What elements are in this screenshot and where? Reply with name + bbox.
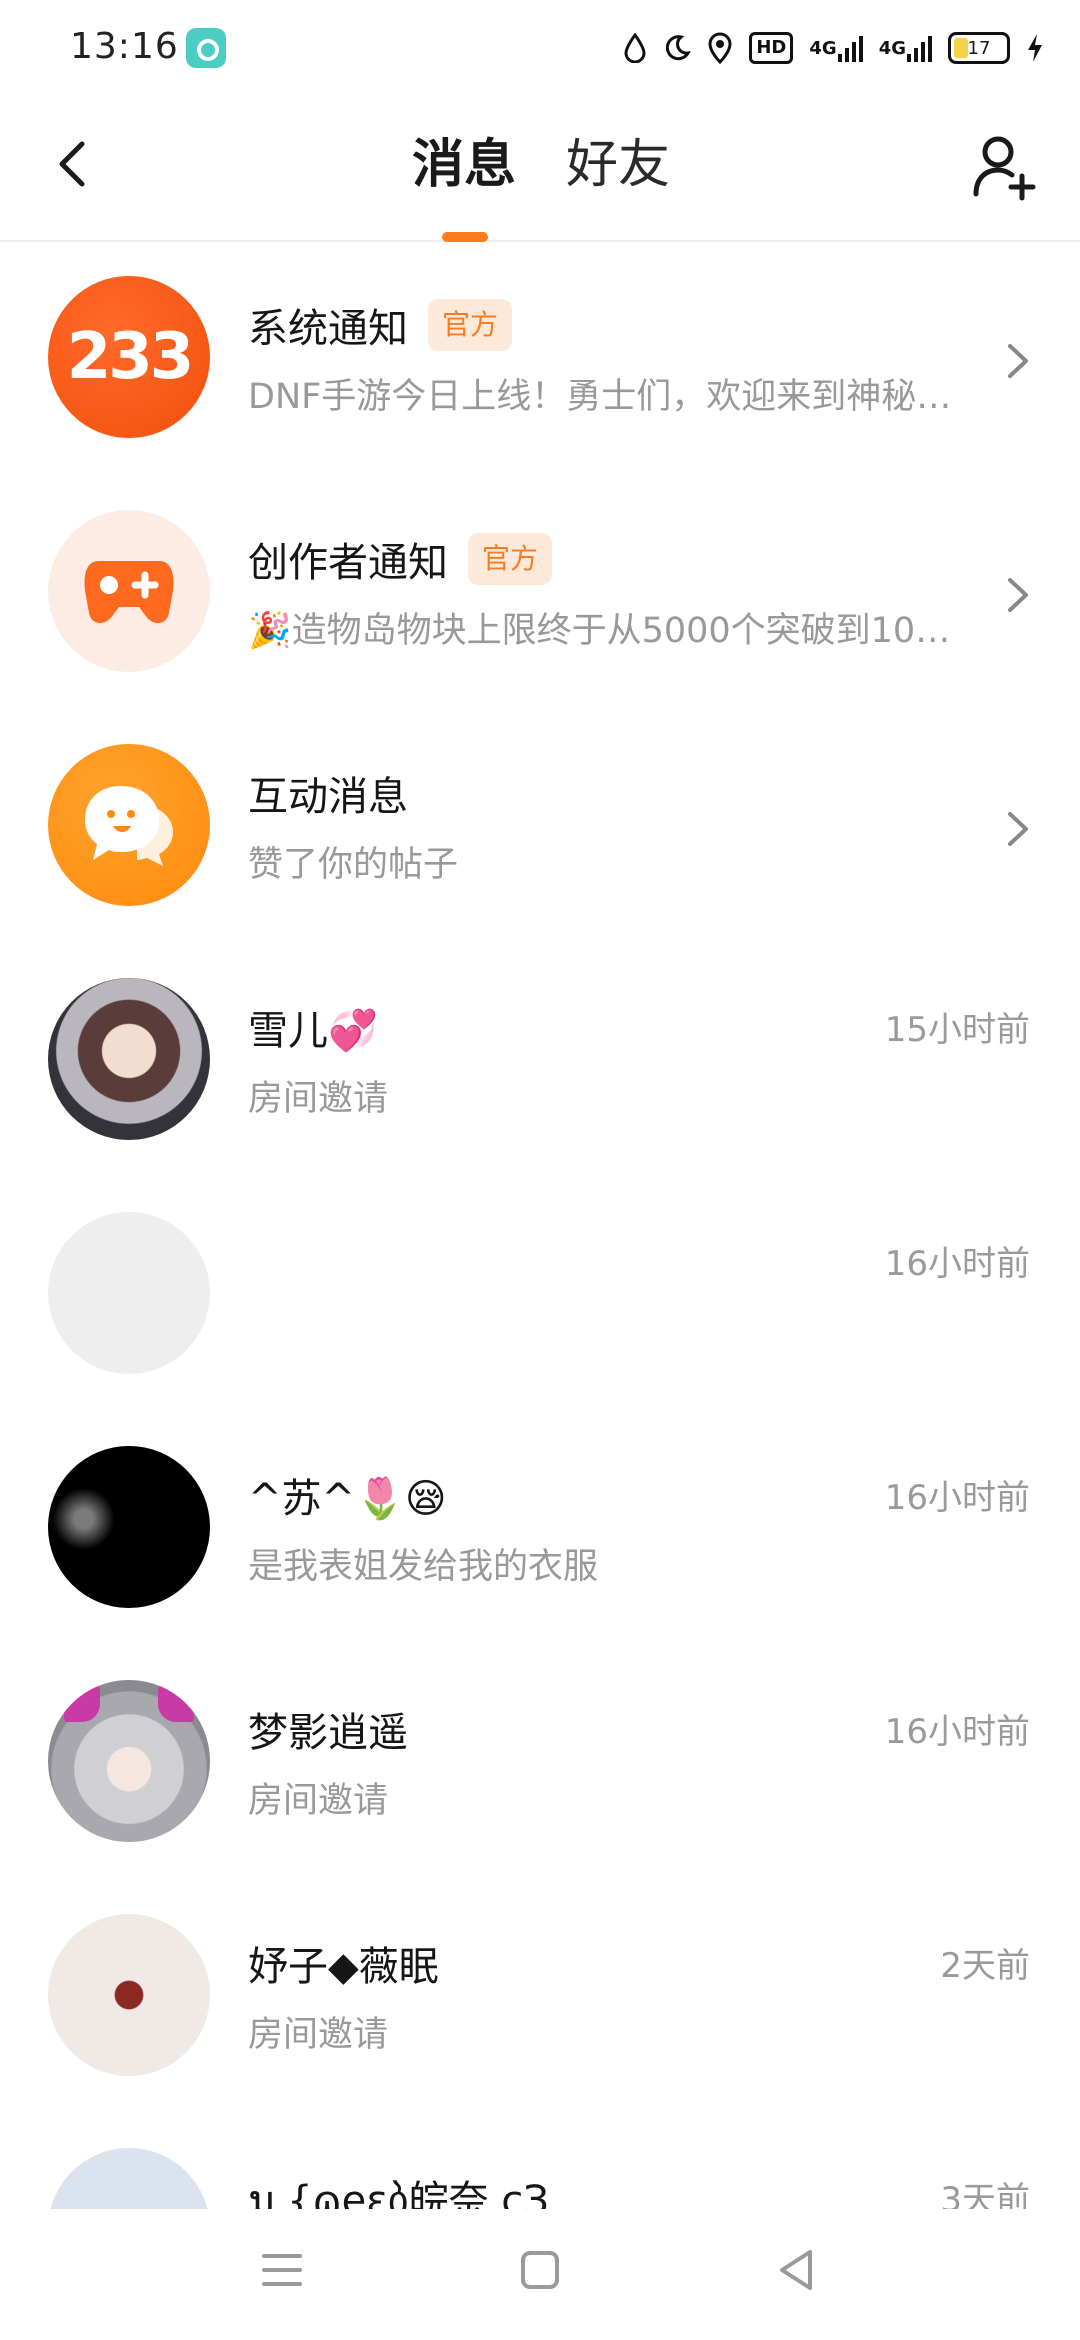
item-header: 系统通知 官方 bbox=[248, 294, 513, 356]
status-time: 13:16 bbox=[70, 26, 179, 67]
list-item-conversation[interactable]: 妤子◆薇眠 房间邀请 2天前 bbox=[0, 1882, 1080, 2116]
list-item-conversation[interactable]: ^苏^🌷😪 是我表姐发给我的衣服 16小时前 bbox=[0, 1414, 1080, 1648]
messages-screen: 13:16 HD 4G 4G 17 消息 好友 233 系统通知 官方 DNF手… bbox=[0, 0, 1080, 2340]
item-header: 雪儿💞 bbox=[248, 996, 378, 1058]
menu-icon bbox=[262, 2254, 302, 2286]
avatar bbox=[48, 1212, 210, 1374]
location-icon bbox=[707, 28, 733, 68]
signal-icon-1: 4G bbox=[809, 28, 863, 68]
status-bar: 13:16 HD 4G 4G 17 bbox=[0, 0, 1080, 96]
list-item-conversation[interactable]: 雪儿💞 房间邀请 15小时前 bbox=[0, 946, 1080, 1180]
app-notification-icon bbox=[186, 28, 226, 68]
avatar bbox=[48, 1446, 210, 1608]
back-arrow-icon bbox=[59, 141, 85, 187]
message-list: 233 系统通知 官方 DNF手游今日上线！勇士们，欢迎来到神秘… 创作者通知 … bbox=[0, 244, 1080, 2209]
status-icons: HD 4G 4G 17 bbox=[623, 26, 1044, 70]
avatar bbox=[48, 1680, 210, 1842]
tab-messages[interactable]: 消息 bbox=[412, 130, 516, 200]
item-name: ^苏^🌷😪 bbox=[248, 1476, 447, 1522]
item-preview: 赞了你的帖子 bbox=[248, 845, 459, 885]
item-time: 2天前 bbox=[940, 1946, 1030, 1986]
item-preview: 房间邀请 bbox=[248, 1781, 389, 1821]
system-back-button[interactable] bbox=[768, 2240, 828, 2300]
gamepad-icon bbox=[84, 561, 174, 624]
item-header: 梦影逍遥 bbox=[248, 1698, 408, 1760]
official-badge: 官方 bbox=[428, 299, 513, 351]
battery-icon: 17 bbox=[948, 32, 1010, 64]
signal-icon-2: 4G bbox=[879, 28, 932, 68]
charging-icon bbox=[1026, 28, 1044, 68]
item-header: 妤子◆薇眠 bbox=[248, 1932, 439, 1994]
item-name: 创作者通知 bbox=[248, 540, 448, 586]
item-time: 3天前 bbox=[940, 2180, 1030, 2209]
item-header: ^苏^🌷😪 bbox=[248, 1464, 447, 1526]
tab-friends[interactable]: 好友 bbox=[566, 130, 670, 200]
item-header: 互动消息 bbox=[248, 762, 408, 824]
item-name: ນ.{ɷeɛბ皖奈.ϲЗ bbox=[248, 2178, 549, 2209]
item-time: 16小时前 bbox=[884, 1478, 1030, 1518]
item-time: 16小时前 bbox=[884, 1712, 1030, 1752]
list-item-conversation[interactable]: 16小时前 bbox=[0, 1180, 1080, 1414]
item-preview: DNF手游今日上线！勇士们，欢迎来到神秘… bbox=[248, 377, 952, 417]
item-time: 15小时前 bbox=[884, 1010, 1030, 1050]
home-button[interactable] bbox=[510, 2240, 570, 2300]
list-item-conversation[interactable]: 梦影逍遥 房间邀请 16小时前 bbox=[0, 1648, 1080, 1882]
hd-indicator: HD bbox=[749, 32, 794, 64]
item-name: 雪儿💞 bbox=[248, 1008, 378, 1054]
item-preview: 是我表姐发给我的衣服 bbox=[248, 1547, 599, 1587]
avatar bbox=[48, 1914, 210, 2076]
moon-icon bbox=[663, 28, 692, 68]
avatar bbox=[48, 2148, 210, 2209]
list-item-system-notice[interactable]: 233 系统通知 官方 DNF手游今日上线！勇士们，欢迎来到神秘… bbox=[0, 244, 1080, 478]
back-triangle-icon bbox=[780, 2250, 812, 2290]
back-button[interactable] bbox=[44, 134, 104, 194]
avatar: 233 bbox=[48, 276, 210, 438]
item-name: 互动消息 bbox=[248, 774, 408, 820]
official-badge: 官方 bbox=[468, 533, 553, 585]
item-name: 妤子◆薇眠 bbox=[248, 1944, 439, 1990]
chat-bubble-icon bbox=[85, 786, 173, 866]
active-tab-indicator bbox=[442, 232, 488, 242]
chevron-right-icon bbox=[998, 568, 1038, 622]
water-drop-icon bbox=[623, 28, 647, 68]
item-name: 梦影逍遥 bbox=[248, 1710, 408, 1756]
system-nav-bar bbox=[0, 2210, 1080, 2340]
chevron-right-icon bbox=[998, 802, 1038, 856]
top-nav-bar: 消息 好友 bbox=[0, 96, 1080, 242]
avatar bbox=[48, 510, 210, 672]
item-header: 创作者通知 官方 bbox=[248, 528, 553, 590]
item-name: 系统通知 bbox=[248, 306, 408, 352]
list-item-interaction[interactable]: 互动消息 赞了你的帖子 bbox=[0, 712, 1080, 946]
item-preview: 房间邀请 bbox=[248, 2015, 389, 2055]
avatar-logo-text: 233 bbox=[66, 320, 195, 394]
list-item-creator-notice[interactable]: 创作者通知 官方 🎉造物岛物块上限终于从5000个突破到100… bbox=[0, 478, 1080, 712]
menu-button[interactable] bbox=[252, 2240, 312, 2300]
item-header: ນ.{ɷeɛბ皖奈.ϲЗ bbox=[248, 2166, 549, 2209]
item-preview: 房间邀请 bbox=[248, 1079, 389, 1119]
item-time: 16小时前 bbox=[884, 1244, 1030, 1284]
avatar bbox=[48, 978, 210, 1140]
avatar bbox=[48, 744, 210, 906]
chevron-right-icon bbox=[998, 334, 1038, 388]
home-square-icon bbox=[521, 2251, 559, 2289]
item-preview: 🎉造物岛物块上限终于从5000个突破到100… bbox=[248, 611, 958, 651]
add-friend-icon bbox=[973, 136, 1036, 201]
list-item-conversation[interactable]: ນ.{ɷeɛბ皖奈.ϲЗ 3天前 bbox=[0, 2116, 1080, 2209]
add-friend-button[interactable] bbox=[968, 130, 1040, 202]
